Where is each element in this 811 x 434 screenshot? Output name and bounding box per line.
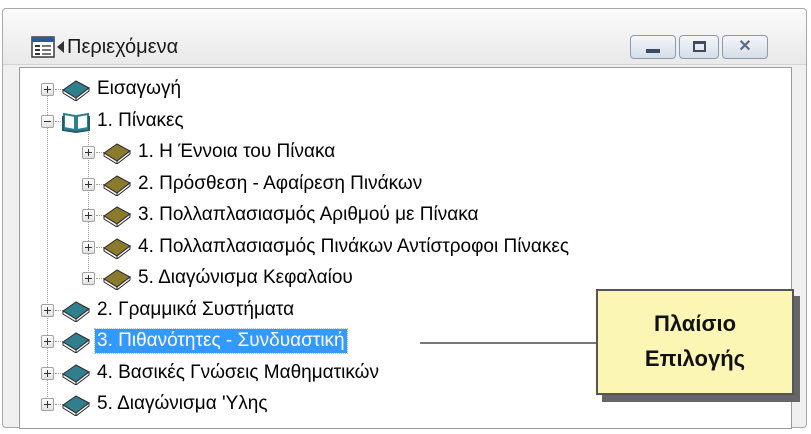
tree-item[interactable]: 1. Πίνακες — [20, 106, 780, 136]
callout-pointer-line — [420, 342, 602, 344]
tree-item[interactable]: 2. Πρόσθεση - Αφαίρεση Πινάκων — [20, 169, 780, 199]
tree-item-label: 2. Γραμμικά Συστήματα — [97, 298, 295, 320]
minimize-button[interactable] — [630, 35, 676, 59]
tree-item-label: 2. Πρόσθεση - Αφαίρεση Πινάκων — [138, 172, 423, 194]
maximize-button[interactable] — [679, 35, 719, 59]
tree-item-label: 4. Πολλαπλασιασμός Πινάκων Αντίστροφοι Π… — [138, 235, 570, 257]
expand-icon[interactable] — [41, 303, 54, 317]
minimize-icon — [646, 49, 660, 53]
open-book-icon — [62, 112, 90, 133]
menu-caret-icon[interactable] — [57, 41, 64, 53]
tree-item[interactable]: Εισαγωγή — [20, 74, 780, 104]
tree-item-label: 4. Βασικές Γνώσεις Μαθηματικών — [97, 361, 379, 383]
tree-item-label: 1. Η Έννοια του Πίνακα — [138, 141, 336, 162]
closed-book-icon — [62, 363, 90, 385]
tree-item-label: 3. Πολλαπλασιασμός Αριθμού με Πίνακα — [138, 204, 479, 225]
contents-window-icon[interactable] — [31, 36, 55, 58]
expand-icon[interactable] — [41, 335, 54, 348]
expand-icon[interactable] — [41, 83, 54, 96]
closed-book-icon — [103, 269, 131, 290]
closed-book-icon — [62, 300, 90, 322]
selection-box-callout: Πλαίσιο Επιλογής — [596, 289, 794, 395]
close-icon: ✕ — [738, 38, 752, 55]
expand-icon[interactable] — [82, 177, 95, 191]
title-bar[interactable]: Περιεχόμενα ✕ — [3, 9, 806, 65]
close-button[interactable]: ✕ — [722, 35, 768, 59]
closed-book-icon — [103, 237, 131, 259]
tree-item-label: 5. Διαγώνισμα Κεφαλαίου — [138, 267, 353, 288]
tree-item-label: 1. Πίνακες — [97, 109, 184, 131]
closed-book-icon — [62, 332, 90, 353]
tree-item[interactable]: 1. Η Έννοια του Πίνακα — [20, 137, 780, 167]
collapse-icon[interactable] — [41, 114, 54, 128]
callout-line-1: Πλαίσιο — [653, 311, 737, 336]
window-title: Περιεχόμενα — [67, 36, 179, 58]
expand-icon[interactable] — [82, 146, 95, 159]
callout-line-2: Επιλογής — [644, 346, 746, 371]
tree-item-label-selected: 3. Πιθανότητες - Συνδυαστική — [94, 328, 348, 354]
tree-item-label: Εισαγωγή — [97, 78, 182, 99]
closed-book-icon — [103, 206, 131, 227]
maximize-icon — [693, 41, 706, 52]
expand-icon[interactable] — [82, 272, 95, 285]
closed-book-icon — [62, 80, 90, 101]
expand-icon[interactable] — [82, 240, 95, 254]
tree-item-label: 5. Διαγώνισμα 'Υλης — [97, 393, 268, 414]
tree-item[interactable]: 3. Πολλαπλασιασμός Αριθμού με Πίνακα — [20, 200, 780, 230]
closed-book-icon — [103, 143, 131, 164]
closed-book-icon — [103, 174, 131, 196]
tree-item[interactable]: 4. Πολλαπλασιασμός Πινάκων Αντίστροφοι Π… — [20, 232, 780, 262]
expand-icon[interactable] — [82, 209, 95, 222]
closed-book-icon — [62, 395, 90, 416]
expand-icon[interactable] — [41, 398, 54, 411]
expand-icon[interactable] — [41, 366, 54, 380]
